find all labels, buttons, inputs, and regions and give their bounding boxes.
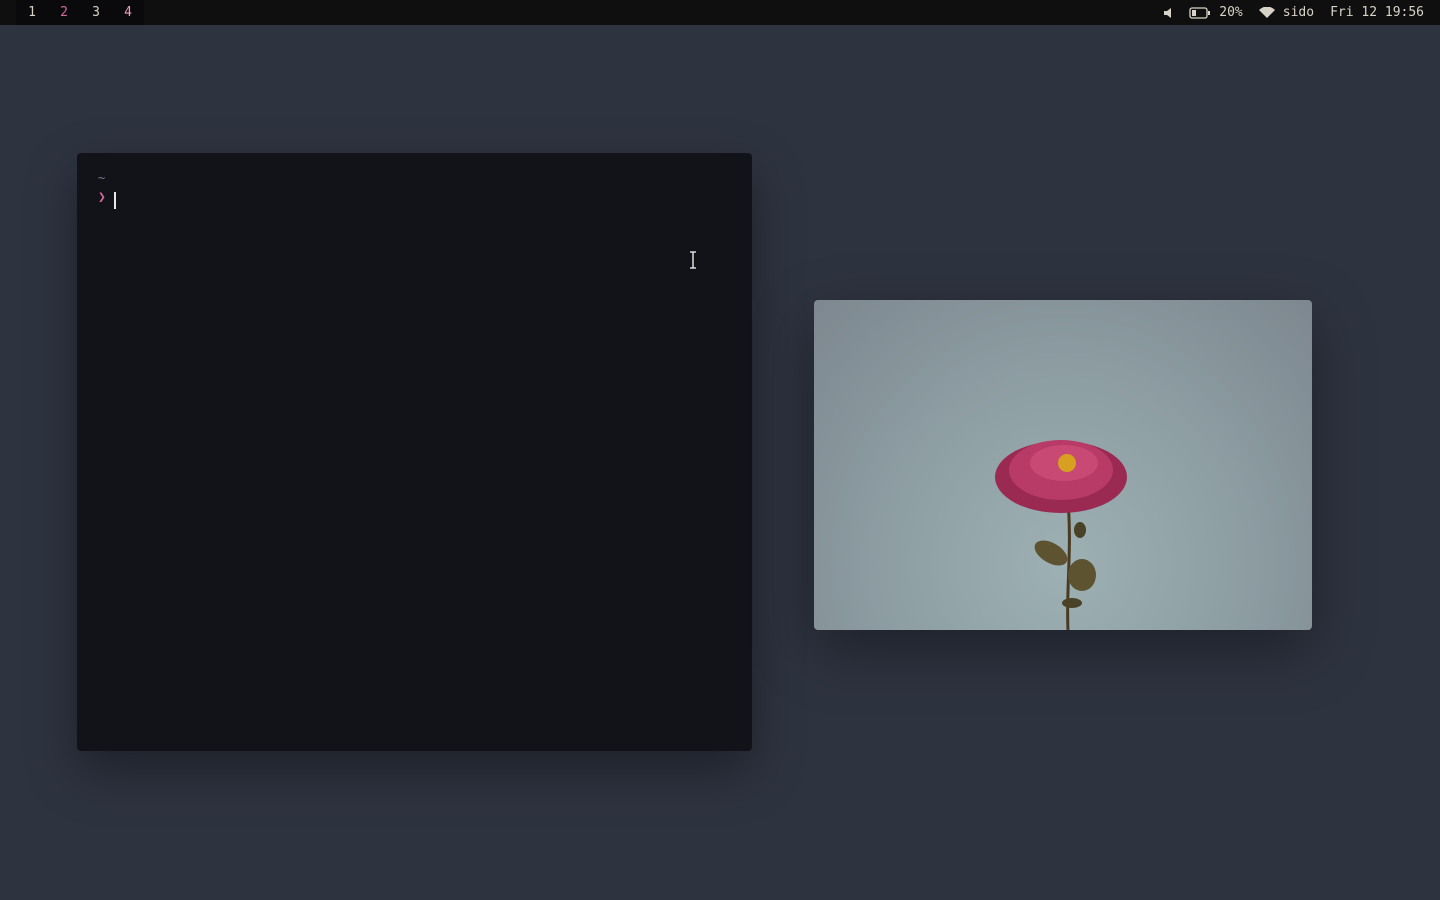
- battery-icon: [1189, 6, 1211, 19]
- workspace-1[interactable]: 1: [16, 0, 48, 25]
- network-name: sido: [1282, 5, 1315, 20]
- clock: Fri 12 19:56: [1330, 5, 1424, 20]
- terminal-cwd: ~: [98, 171, 106, 185]
- terminal-window[interactable]: ~ ❯: [77, 153, 752, 751]
- terminal-prompt: ❯: [98, 190, 106, 205]
- workspace-4[interactable]: 4: [112, 0, 144, 25]
- workspace-2[interactable]: 2: [48, 0, 80, 25]
- speaker-muted-icon[interactable]: [1163, 7, 1173, 18]
- workspace-3[interactable]: 3: [80, 0, 112, 25]
- wifi-icon[interactable]: [1258, 6, 1275, 19]
- flower-photo: [995, 440, 1127, 630]
- workspace-list: 1 2 3 4: [16, 0, 144, 25]
- image-viewer-window[interactable]: [814, 300, 1312, 630]
- mouse-ibeam-cursor: [688, 250, 698, 270]
- battery-percent: 20%: [1219, 5, 1243, 20]
- top-bar: 1 2 3 4 20% sido Fri 12 19:56: [0, 0, 1440, 25]
- text-cursor: [114, 192, 116, 209]
